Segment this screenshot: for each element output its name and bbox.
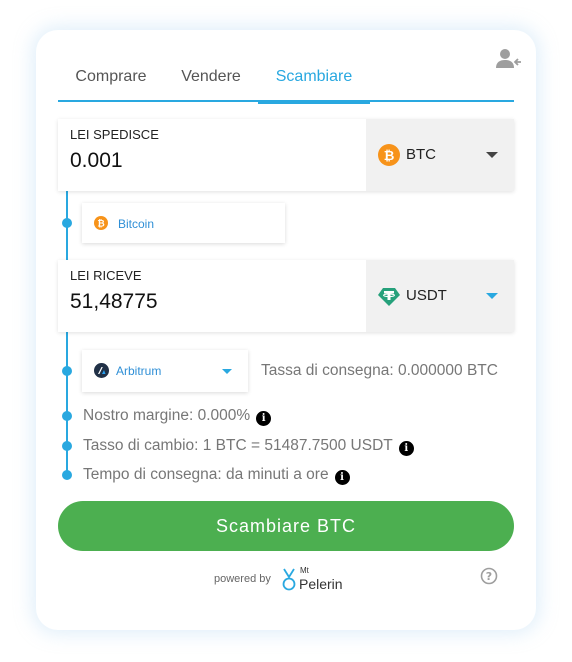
chevron-down-icon	[486, 293, 498, 299]
timeline-dot-network-send	[62, 218, 72, 228]
receive-network-select[interactable]: Arbitrum	[82, 350, 248, 392]
receive-network-label: Arbitrum	[116, 364, 162, 378]
send-field: LEI SPEDISCE 0.001 ₿ BTC	[58, 119, 514, 191]
bitcoin-icon: ₿	[94, 216, 108, 230]
send-currency-select[interactable]: ₿ BTC	[366, 119, 514, 191]
receive-label: LEI RICEVE	[70, 268, 142, 283]
info-icon[interactable]: i	[334, 470, 350, 485]
send-network-chip: ₿ Bitcoin	[82, 203, 285, 243]
powered-by-text: powered by	[214, 573, 271, 585]
receive-currency-code: USDT	[406, 287, 447, 304]
svg-text:₿: ₿	[384, 149, 395, 164]
timeline-dot-margin	[62, 411, 72, 421]
arbitrum-icon	[94, 363, 109, 378]
tab-sell[interactable]: Vendere	[164, 62, 258, 100]
send-network-label: Bitcoin	[118, 217, 155, 231]
help-icon[interactable]: ?	[480, 567, 498, 585]
chevron-down-icon	[486, 152, 498, 158]
swap-button[interactable]: Scambiare BTC	[58, 501, 514, 551]
rate-text: Tasso di cambio: 1 BTC = 51487.7500 USDT	[83, 437, 393, 454]
info-icon[interactable]: i	[398, 441, 414, 456]
mt-pelerin-logo[interactable]: Mt Pelerin	[282, 566, 348, 593]
tab-bar: Comprare Vendere Scambiare	[58, 62, 514, 104]
send-amount-input[interactable]: 0.001	[70, 149, 123, 173]
timeline-line-bottom	[66, 330, 68, 478]
receive-currency-select[interactable]: USDT	[366, 260, 514, 332]
svg-text:₿: ₿	[97, 219, 104, 230]
receive-field: LEI RICEVE 51,48775 USDT	[58, 260, 514, 332]
tab-swap[interactable]: Scambiare	[258, 62, 370, 104]
tab-buy[interactable]: Comprare	[58, 62, 164, 100]
chevron-down-icon	[222, 369, 232, 374]
pelerin-logo-icon	[282, 568, 296, 591]
margin-row: Nostro margine: 0.000% i	[83, 407, 272, 426]
delivery-time-text: Tempo di consegna: da minuti a ore	[83, 466, 329, 483]
rate-row: Tasso di cambio: 1 BTC = 51487.7500 USDT…	[83, 437, 414, 456]
receive-amount-input[interactable]: 51,48775	[70, 290, 158, 314]
delivery-fee-text: Tassa di consegna: 0.000000 BTC	[261, 362, 498, 379]
logo-name: Pelerin	[299, 576, 343, 592]
margin-text: Nostro margine: 0.000%	[83, 407, 251, 424]
send-label: LEI SPEDISCE	[70, 127, 159, 142]
info-icon[interactable]: i	[256, 411, 272, 426]
send-currency-code: BTC	[406, 146, 436, 163]
svg-text:?: ?	[486, 570, 492, 583]
tether-icon	[378, 288, 400, 306]
timeline-dot-delivery-time	[62, 470, 72, 480]
timeline-dot-network-receive	[62, 366, 72, 376]
logo-mt: Mt	[300, 566, 309, 575]
delivery-time-row: Tempo di consegna: da minuti a ore i	[83, 466, 350, 485]
bitcoin-icon: ₿	[378, 144, 400, 166]
timeline-dot-rate	[62, 441, 72, 451]
